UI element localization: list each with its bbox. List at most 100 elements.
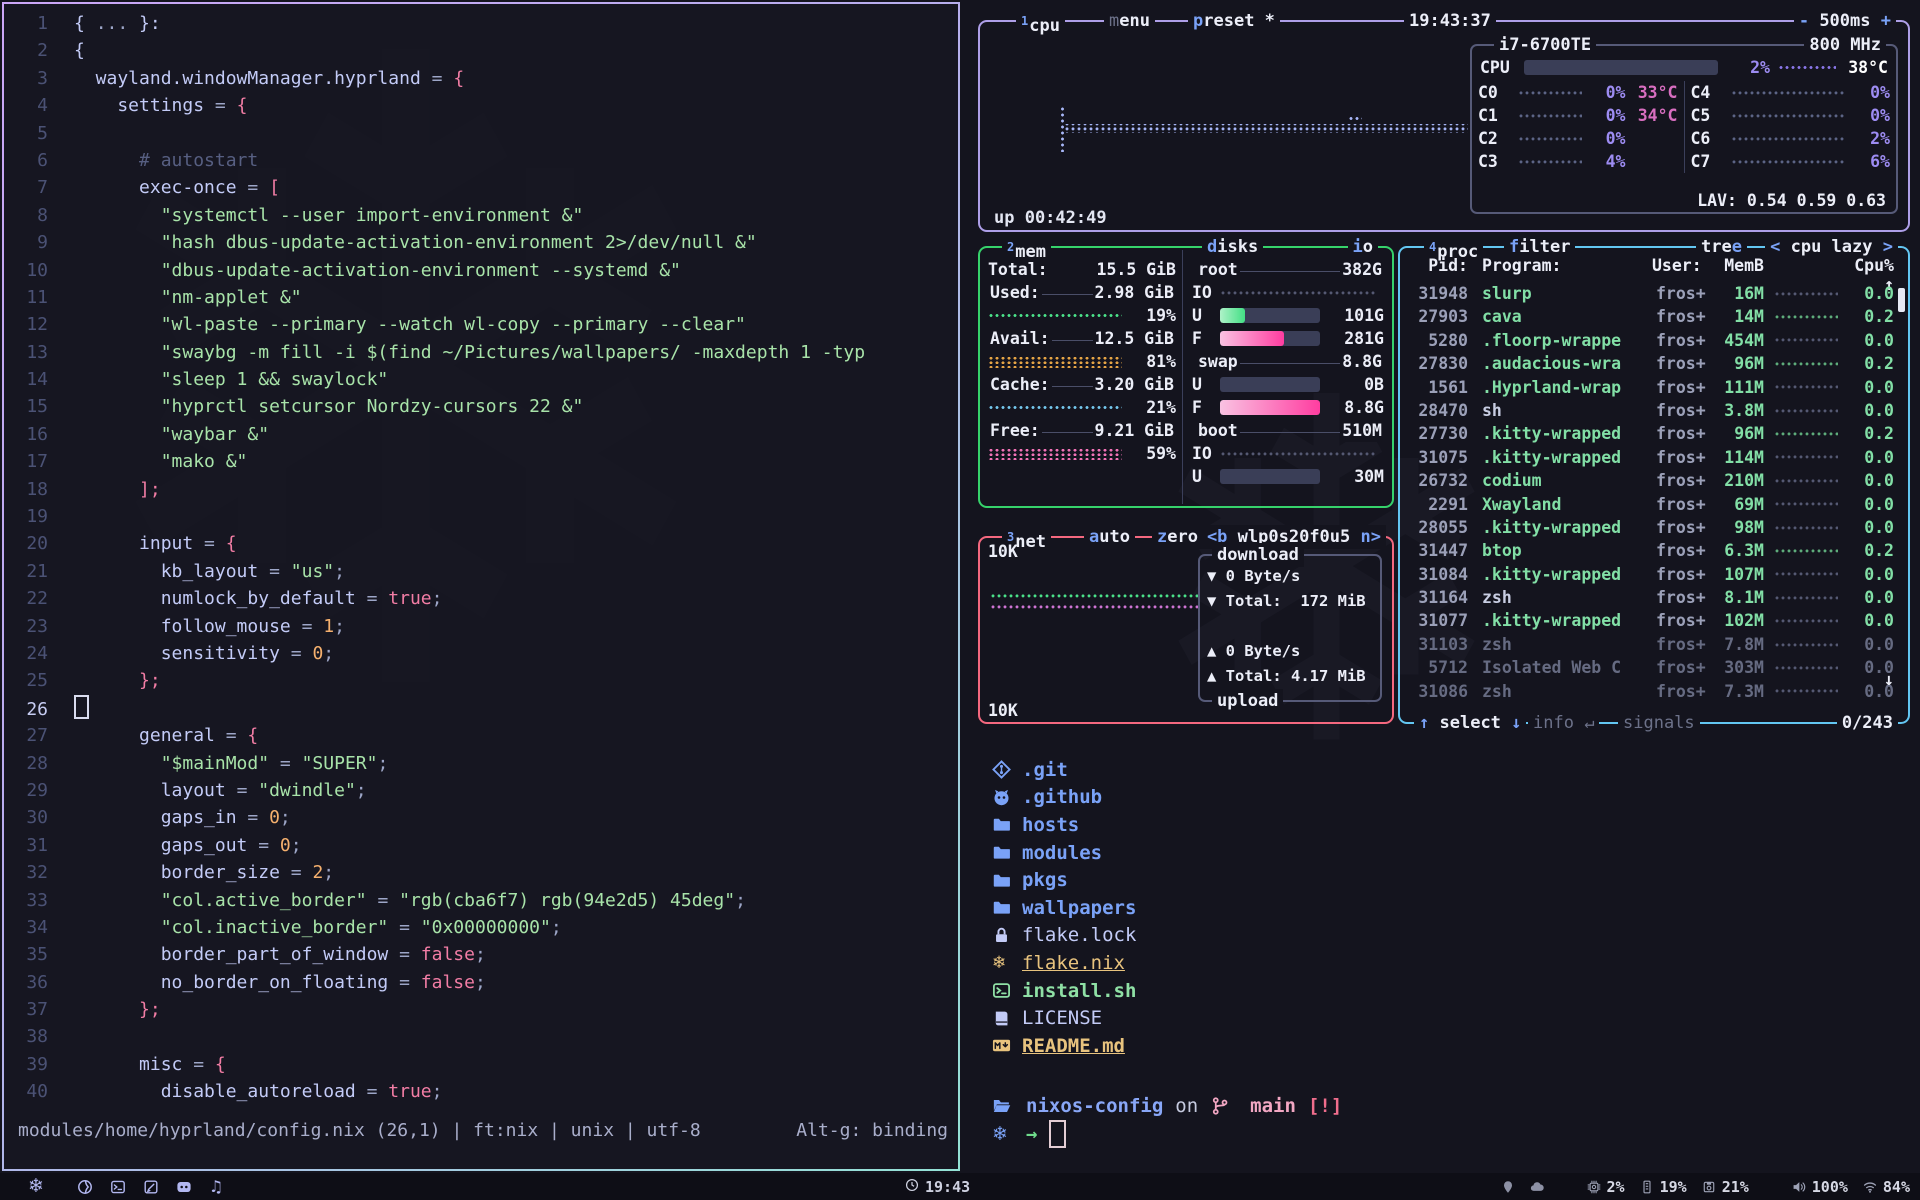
process-row[interactable]: 27730.kitty-wrappedfros+96M0.2 <box>1400 422 1902 445</box>
discord-icon[interactable] <box>176 1179 192 1195</box>
process-row[interactable]: 28470shfros+3.8M0.0 <box>1400 399 1902 422</box>
btop-preset-button[interactable]: preset * <box>1188 9 1280 33</box>
editor-line[interactable]: 13 "swaybg -m fill -i $(find ~/Pictures/… <box>4 339 958 366</box>
editor-line[interactable]: 34 "col.inactive_border" = "0x00000000"; <box>4 914 958 941</box>
process-user: fros+ <box>1652 516 1712 539</box>
process-row[interactable]: 31447btopfros+6.3M0.2 <box>1400 539 1902 562</box>
interval-plus-button[interactable]: + <box>1881 11 1891 31</box>
editor-line[interactable]: 30 gaps_in = 0; <box>4 804 958 831</box>
browser-icon[interactable] <box>77 1179 93 1195</box>
editor-line[interactable]: 19 <box>4 503 958 530</box>
terminal-icon[interactable] <box>110 1179 126 1195</box>
editor-line[interactable]: 28 "$mainMod" = "SUPER"; <box>4 750 958 777</box>
process-row[interactable]: 28055.kitty-wrappedfros+98M0.0 <box>1400 516 1902 539</box>
process-row[interactable]: 31084.kitty-wrappedfros+107M0.0 <box>1400 563 1902 586</box>
cpu-module[interactable]: 2% <box>1587 1178 1625 1196</box>
editor-line[interactable]: 29 layout = "dwindle"; <box>4 777 958 804</box>
editor-line[interactable]: 24 sensitivity = 0; <box>4 640 958 667</box>
editor-line[interactable]: 12 "wl-paste --primary --watch wl-copy -… <box>4 311 958 338</box>
process-row[interactable]: 26732codiumfros+210M0.0 <box>1400 469 1902 492</box>
editor-line[interactable]: 2{ <box>4 37 958 64</box>
prompt-input-line[interactable]: ❄ → <box>964 1120 1920 1148</box>
editor-line[interactable]: 14 "sleep 1 && swaylock" <box>4 366 958 393</box>
proc-scrollbar-thumb[interactable] <box>1898 288 1905 312</box>
line-number: 35 <box>4 941 48 968</box>
mem-stat-value: 15.5 GiB <box>1097 258 1176 281</box>
process-row[interactable]: 31164zshfros+8.1M0.0 <box>1400 586 1902 609</box>
process-row[interactable]: 31077.kitty-wrappedfros+102M0.0 <box>1400 609 1902 632</box>
editor-line[interactable]: 40 disable_autoreload = true; <box>4 1078 958 1105</box>
editor-line[interactable]: 3 wayland.windowManager.hyprland = { <box>4 65 958 92</box>
editor-line[interactable]: 15 "hyprctl setcursor Nordzy-cursors 22 … <box>4 393 958 420</box>
music-icon[interactable]: ♫ <box>209 1177 223 1196</box>
editor-line[interactable]: 31 gaps_out = 0; <box>4 832 958 859</box>
line-number: 26 <box>4 696 48 723</box>
process-row[interactable]: 31086zshfros+7.3M0.0 <box>1400 680 1902 703</box>
editor-line[interactable]: 11 "nm-applet &" <box>4 284 958 311</box>
process-row[interactable]: 31948slurpfros+16M0.0 <box>1400 282 1902 305</box>
nix-logo-icon[interactable]: ❄ <box>28 1177 44 1196</box>
editor-line[interactable]: 9 "hash dbus-update-activation-environme… <box>4 229 958 256</box>
proc-select-button[interactable]: ↑ select ↓ <box>1414 711 1526 735</box>
editor-line[interactable]: 21 kb_layout = "us"; <box>4 558 958 585</box>
editor-line[interactable]: 27 general = { <box>4 722 958 749</box>
cpu-core-panel: i7-6700TE 800 MHz CPU 2% 38°C C00%33°CC1… <box>1470 44 1898 214</box>
editor-line[interactable]: 23 follow_mouse = 1; <box>4 613 958 640</box>
code-token: = <box>215 95 237 116</box>
editor-line[interactable]: 7 exec-once = [ <box>4 174 958 201</box>
interval-minus-button[interactable]: - <box>1799 11 1809 31</box>
process-row[interactable]: 31103zshfros+7.8M0.0 <box>1400 633 1902 656</box>
process-row[interactable]: 5280.floorp-wrappefros+454M0.0 <box>1400 329 1902 352</box>
process-row[interactable]: 27830.audacious-wrafros+96M0.2 <box>1400 352 1902 375</box>
editor-line[interactable]: 4 settings = { <box>4 92 958 119</box>
proc-signals-button[interactable]: signals <box>1618 711 1700 735</box>
code-token: "col.active_border" <box>74 890 367 911</box>
bar-clock-module[interactable]: 19:43 <box>905 1178 970 1196</box>
process-row[interactable]: 1561.Hyprland-wrapfros+111M0.0 <box>1400 376 1902 399</box>
process-row[interactable]: 31075.kitty-wrappedfros+114M0.0 <box>1400 446 1902 469</box>
memory-module[interactable]: 19% <box>1640 1178 1687 1196</box>
editor-line[interactable]: 16 "waybar &" <box>4 421 958 448</box>
editor-line[interactable]: 6 # autostart <box>4 147 958 174</box>
btop-menu-button[interactable]: menu <box>1104 9 1155 33</box>
process-cpu-percent: 0.0 <box>1848 446 1894 469</box>
process-row[interactable]: 2291Xwaylandfros+69M0.0 <box>1400 493 1902 516</box>
notes-icon[interactable] <box>143 1179 159 1195</box>
process-cpu-meter <box>1774 596 1838 600</box>
disk-usage-bar <box>1220 469 1320 484</box>
editor-line[interactable]: 33 "col.active_border" = "rgb(cba6f7) rg… <box>4 887 958 914</box>
editor-line[interactable]: 22 numlock_by_default = true; <box>4 585 958 612</box>
core-percent: 2% <box>1852 129 1890 148</box>
code-token: "sleep 1 && swaylock" <box>74 369 388 390</box>
net-zero-button[interactable]: zero <box>1152 525 1203 549</box>
io-mode-button[interactable]: io <box>1348 235 1379 259</box>
editor-line[interactable]: 25 }; <box>4 667 958 694</box>
editor-line[interactable]: 35 border_part_of_window = false; <box>4 941 958 968</box>
location-module[interactable] <box>1501 1180 1515 1194</box>
editor-line[interactable]: 20 input = { <box>4 530 958 557</box>
weather-module[interactable] <box>1530 1180 1544 1194</box>
editor-line[interactable]: 10 "dbus-update-activation-environment -… <box>4 257 958 284</box>
code-token: ; <box>334 616 345 637</box>
proc-info-button[interactable]: info ↵ <box>1528 711 1599 735</box>
editor-line[interactable]: 5 <box>4 120 958 147</box>
editor-line[interactable]: 8 "systemctl --user import-environment &… <box>4 202 958 229</box>
editor-line[interactable]: 32 border_size = 2; <box>4 859 958 886</box>
disks-panel-title[interactable]: disks <box>1202 235 1263 259</box>
editor-line[interactable]: 1{ ... }: <box>4 10 958 37</box>
editor-line[interactable]: 38 <box>4 1023 958 1050</box>
scroll-down-arrow[interactable]: ↓ <box>1884 670 1894 690</box>
wifi-module[interactable]: 84% <box>1863 1178 1910 1196</box>
process-row[interactable]: 5712Isolated Web Cfros+303M0.0 <box>1400 656 1902 679</box>
editor-line[interactable]: 17 "mako &" <box>4 448 958 475</box>
editor-line[interactable]: 18 ]; <box>4 476 958 503</box>
editor-line[interactable]: 36 no_border_on_floating = false; <box>4 969 958 996</box>
editor-line[interactable]: 26 <box>4 695 958 722</box>
disk-module[interactable]: 21% <box>1702 1178 1749 1196</box>
editor-buffer[interactable]: 1{ ... }:2{3 wayland.windowManager.hyprl… <box>4 10 958 1106</box>
volume-module[interactable]: 100% <box>1792 1178 1848 1196</box>
editor-line[interactable]: 37 }; <box>4 996 958 1023</box>
editor-line[interactable]: 39 misc = { <box>4 1051 958 1078</box>
net-auto-button[interactable]: auto <box>1084 525 1135 549</box>
process-row[interactable]: 27903cavafros+14M0.2 <box>1400 305 1902 328</box>
